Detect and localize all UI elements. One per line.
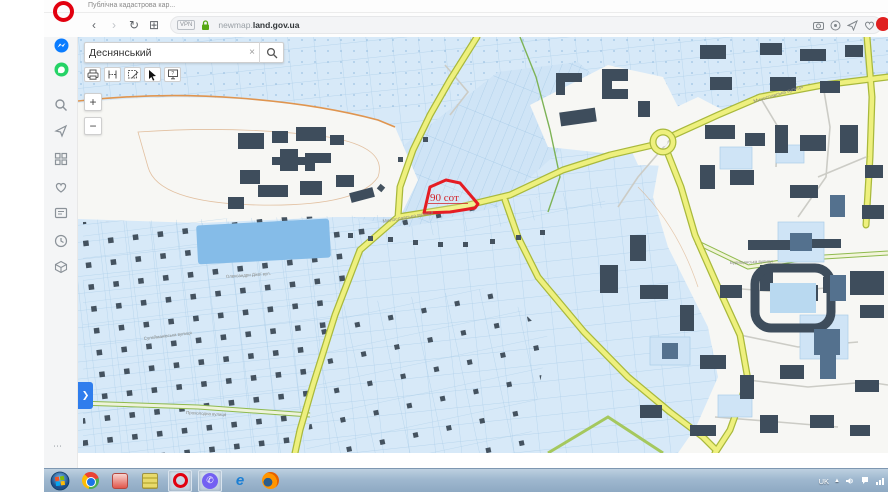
- opera-menu-icon[interactable]: [53, 1, 74, 22]
- forward-icon[interactable]: ›: [106, 14, 122, 36]
- wallet-icon[interactable]: [830, 20, 841, 31]
- map-search-input[interactable]: [85, 46, 245, 59]
- lock-icon: [201, 19, 210, 31]
- reload-icon[interactable]: ↻: [126, 14, 142, 36]
- parcel-area-label: 90 сот: [430, 192, 459, 204]
- tray-action-center-icon[interactable]: [860, 476, 870, 486]
- taskbar-viber-icon[interactable]: ✆: [198, 469, 222, 492]
- start-button[interactable]: [48, 470, 72, 492]
- tray-expand-icon[interactable]: ▲: [834, 478, 840, 484]
- search-icon: [266, 47, 277, 58]
- search-submit-button[interactable]: [259, 42, 283, 63]
- layers-panel-toggle[interactable]: ❯: [78, 382, 93, 409]
- zoom-out-button[interactable]: −: [84, 117, 102, 135]
- messenger-icon[interactable]: [53, 37, 69, 53]
- addressbar-actions: [813, 17, 875, 33]
- map-canvas[interactable]: 90 сот Милославська вулиця Милославська …: [78, 37, 888, 453]
- tray-network-icon[interactable]: [875, 476, 886, 486]
- desktop: Публічна кадастрова кар... ‹ › ↻ ⊞ VPN n…: [0, 0, 888, 500]
- sidebar-search-icon[interactable]: [53, 97, 69, 113]
- measure-area-button[interactable]: [124, 67, 141, 82]
- system-tray: UK ▲: [819, 469, 886, 493]
- nav-buttons: ‹ › ↻ ⊞: [86, 14, 162, 36]
- map-viewport[interactable]: 90 сот Милославська вулиця Милославська …: [78, 37, 888, 453]
- browser-window: Публічна кадастрова кар... ‹ › ↻ ⊞ VPN n…: [44, 0, 888, 468]
- taskbar-chrome-icon[interactable]: [78, 470, 102, 492]
- history-clock-icon[interactable]: [53, 233, 69, 249]
- extensions-box-icon[interactable]: [53, 259, 69, 275]
- whatsapp-icon[interactable]: [53, 61, 69, 77]
- zoom-in-button[interactable]: +: [84, 93, 102, 111]
- tray-language[interactable]: UK: [819, 477, 829, 486]
- browser-tab[interactable]: Публічна кадастрова кар...: [88, 2, 175, 9]
- bookmark-heart-icon[interactable]: [864, 20, 875, 31]
- taskbar-folder-icon[interactable]: [138, 470, 162, 492]
- tray-volume-icon[interactable]: [845, 476, 855, 486]
- help-button[interactable]: ?: [164, 67, 181, 82]
- speed-dial-icon[interactable]: [53, 151, 69, 167]
- windows-taskbar: ✆ e UK ▲: [44, 468, 888, 492]
- taskbar-ie-icon[interactable]: e: [228, 470, 252, 492]
- svg-text:?: ?: [171, 71, 174, 77]
- tab-strip: Публічна кадастрова кар...: [44, 0, 888, 13]
- news-panel-icon[interactable]: [53, 205, 69, 221]
- map-search-box: ×: [84, 42, 284, 63]
- tab-tiles-icon[interactable]: ⊞: [146, 14, 162, 36]
- address-bar[interactable]: VPN newmap.land.gov.ua: [170, 16, 882, 34]
- opera-sidebar: ⋯: [44, 37, 78, 468]
- my-flow-icon[interactable]: [53, 123, 69, 139]
- map-toolbar: ?: [84, 67, 181, 82]
- back-icon[interactable]: ‹: [86, 14, 102, 36]
- taskbar-firefox-icon[interactable]: [258, 470, 282, 492]
- browser-toolbar: ‹ › ↻ ⊞ VPN newmap.land.gov.ua: [44, 13, 888, 37]
- pond: [196, 218, 331, 265]
- select-cursor-button[interactable]: [144, 67, 161, 82]
- vpn-badge[interactable]: VPN: [177, 20, 196, 30]
- sidebar-more-icon[interactable]: ⋯: [53, 441, 63, 452]
- measure-length-button[interactable]: [104, 67, 121, 82]
- clear-search-icon[interactable]: ×: [245, 47, 259, 58]
- bookmarks-heart-icon[interactable]: [53, 179, 69, 195]
- extension-badge-icon[interactable]: [876, 17, 888, 31]
- windows-logo-icon: [50, 471, 70, 490]
- taskbar-opera-icon[interactable]: [168, 469, 192, 492]
- print-button[interactable]: [84, 67, 101, 82]
- my-flow-send-icon[interactable]: [847, 19, 858, 31]
- snapshot-camera-icon[interactable]: [813, 20, 824, 31]
- taskbar-photo-viewer-icon[interactable]: [108, 470, 132, 492]
- url-text: newmap.land.gov.ua: [218, 20, 300, 30]
